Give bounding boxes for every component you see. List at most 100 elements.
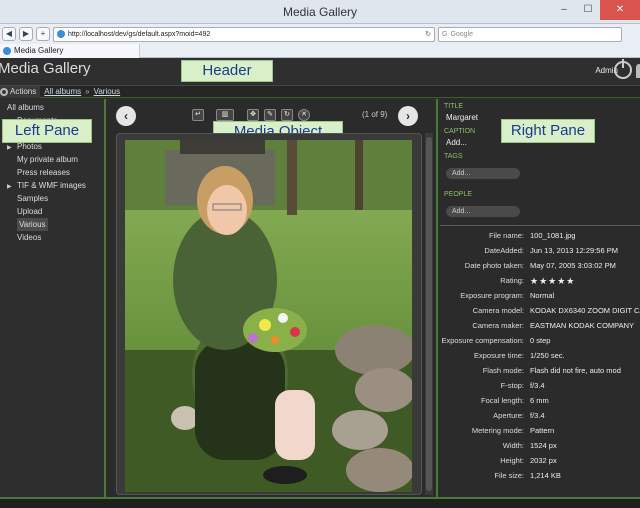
metadata-table: File name: 100_1081.jpg DateAdded: Jun 13, … <box>440 225 640 481</box>
metadata-key: Aperture: <box>493 411 524 420</box>
metadata-value: 6 mm <box>530 396 549 405</box>
metadata-value: 1524 px <box>530 441 557 450</box>
metadata-row: Focal length: 6 mm <box>440 396 640 406</box>
metadata-key: Exposure time: <box>473 351 524 360</box>
people-input[interactable]: Add... <box>446 206 520 217</box>
status-bar <box>0 497 640 508</box>
metadata-value: EASTMAN KODAK COMPANY <box>530 321 635 330</box>
metadata-row: F-stop: f/3.4 <box>440 381 640 391</box>
breadcrumb-various[interactable]: Various <box>94 87 121 96</box>
search-input[interactable]: G Google <box>438 26 622 42</box>
metadata-value: 2032 px <box>530 456 557 465</box>
breadcrumb-all-albums[interactable]: All albums <box>44 87 81 96</box>
forward-button[interactable]: ▶ <box>19 27 33 41</box>
expand-arrow-icon[interactable]: ▶ <box>7 181 17 192</box>
delete-icon[interactable]: ✕ <box>298 109 310 121</box>
people-heading: PEOPLE <box>444 191 473 198</box>
metadata-key: File name: <box>488 231 524 240</box>
tree-item-label: Various <box>17 218 48 231</box>
rotate-right-icon[interactable]: ↻ <box>281 109 293 121</box>
edit-icon[interactable]: ✎ <box>264 109 276 121</box>
tab-media-gallery[interactable]: Media Gallery <box>0 44 140 58</box>
browser-navbar: ◀ ▶ + http://localhost/dev/gs/default.as… <box>0 24 640 44</box>
tree-item[interactable]: Videos <box>7 231 104 244</box>
metadata-key: Width: <box>502 441 524 450</box>
metadata-row: Camera model: KODAK DX6340 ZOOM DIGIT CAM… <box>440 306 640 316</box>
metadata-key: Metering mode: <box>471 426 524 435</box>
address-bar[interactable]: http://localhost/dev/gs/default.aspx?moi… <box>53 26 435 42</box>
tree-item[interactable]: Press releases <box>7 166 104 179</box>
user-icon[interactable] <box>636 64 640 78</box>
tab-label: Media Gallery <box>14 46 64 55</box>
metadata-key: Height: <box>500 456 524 465</box>
metadata-key: Exposure compensation: <box>441 336 524 345</box>
tree-item-label: My private album <box>17 155 78 164</box>
caption-heading: CAPTION <box>444 128 476 135</box>
metadata-value: 1,214 KB <box>530 471 561 480</box>
left-pane: All albumsDocumentsMember's Only▶PhotosM… <box>0 99 106 497</box>
caption-add[interactable]: Add... <box>446 138 467 147</box>
search-placeholder: Google <box>450 30 474 38</box>
rating-stars[interactable]: ★★★★★ <box>530 276 640 286</box>
metadata-key: File size: <box>494 471 524 480</box>
tree-item[interactable]: Various <box>7 218 104 231</box>
tree-item[interactable]: Samples <box>7 192 104 205</box>
power-icon[interactable] <box>614 59 632 79</box>
tree-item-label: TIF & WMF images <box>17 181 86 190</box>
metadata-key: F-stop: <box>500 381 524 390</box>
tab-bar: Media Gallery <box>0 44 640 58</box>
tags-input[interactable]: Add... <box>446 168 520 179</box>
tree-item[interactable]: ▶ TIF & WMF images <box>7 179 104 192</box>
media-image[interactable] <box>125 140 412 492</box>
maximize-button[interactable]: ☐ <box>576 0 600 20</box>
app-header: Media Gallery Header Admin <box>0 58 640 86</box>
metadata-row: Flash mode: Flash did not fire, auto mod <box>440 366 640 376</box>
new-tab-button[interactable]: + <box>36 27 50 41</box>
metadata-value: Pattern <box>530 426 555 435</box>
window-titlebar: Media Gallery – ☐ ✕ <box>0 0 640 24</box>
tree-item-label: Press releases <box>17 168 70 177</box>
title-value[interactable]: Margaret <box>446 113 478 122</box>
reload-icon[interactable]: ↻ <box>425 30 431 38</box>
metadata-value: 0 step <box>530 336 551 345</box>
page-icon <box>3 47 11 55</box>
tree-item[interactable]: My private album <box>7 153 104 166</box>
back-button[interactable]: ◀ <box>2 27 16 41</box>
metadata-key: Flash mode: <box>482 366 524 375</box>
metadata-row: File size: 1,214 KB <box>440 471 640 481</box>
metadata-row: Height: 2032 px <box>440 456 640 466</box>
actions-label: Actions <box>10 87 37 96</box>
metadata-value: KODAK DX6340 ZOOM DIGIT CAMERA <box>530 306 640 315</box>
tree-item[interactable]: All albums <box>7 101 104 114</box>
app-title[interactable]: Media Gallery <box>0 60 91 77</box>
metadata-value: Normal <box>530 291 555 300</box>
media-pane: ‹ ↵ ▥ ✥ ✎ ↻ ✕ (1 of 9) › Media Object <box>107 99 438 497</box>
rotate-left-icon[interactable]: ↵ <box>192 109 204 121</box>
right-pane: TITLE Margaret CAPTION Add... TAGS Add..… <box>440 99 640 497</box>
media-scrollbar[interactable] <box>425 133 433 495</box>
tree-item-label: Photos <box>17 142 42 151</box>
scrollbar-thumb[interactable] <box>426 137 432 491</box>
metadata-value: f/3.4 <box>530 411 545 420</box>
move-icon[interactable]: ✥ <box>247 109 259 121</box>
url-text: http://localhost/dev/gs/default.aspx?moi… <box>68 30 211 38</box>
metadata-value: May 07, 2005 3:03:02 PM <box>530 261 616 270</box>
metadata-key: Camera model: <box>472 306 524 315</box>
filmstrip-icon[interactable]: ▥ <box>216 109 234 121</box>
metadata-key: Focal length: <box>481 396 524 405</box>
metadata-value: f/3.4 <box>530 381 545 390</box>
expand-arrow-icon[interactable]: ▶ <box>7 142 17 153</box>
minimize-button[interactable]: – <box>552 0 576 20</box>
metadata-value: Jun 13, 2013 12:29:56 PM <box>530 246 618 255</box>
title-heading: TITLE <box>444 103 464 110</box>
metadata-value: 100_1081.jpg <box>530 231 576 240</box>
close-button[interactable]: ✕ <box>600 0 640 20</box>
metadata-key: DateAdded: <box>484 246 524 255</box>
previous-button[interactable]: ‹ <box>116 106 136 126</box>
metadata-value: 1/250 sec. <box>530 351 565 360</box>
metadata-key: Date photo taken: <box>464 261 524 270</box>
metadata-row: Exposure time: 1/250 sec. <box>440 351 640 361</box>
next-button[interactable]: › <box>398 106 418 126</box>
actions-menu[interactable]: Actions <box>0 85 41 98</box>
tree-item[interactable]: Upload <box>7 205 104 218</box>
